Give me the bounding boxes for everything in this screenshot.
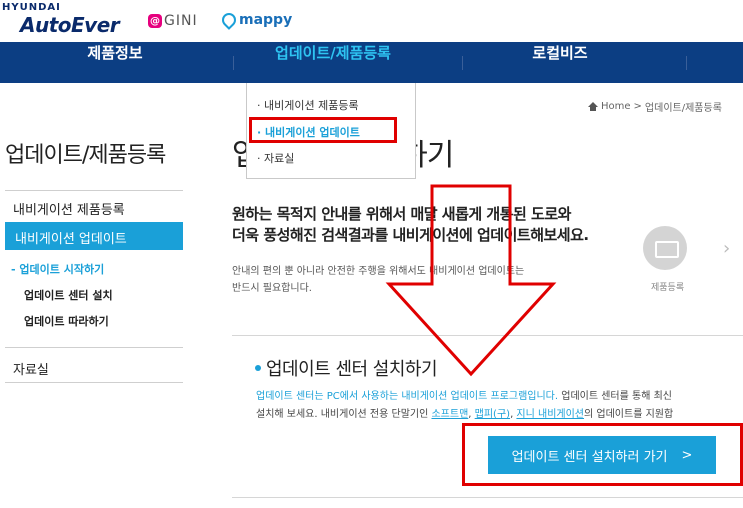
link-softman[interactable]: 소프트맨 [431,409,468,420]
nav-divider [233,56,234,70]
headline-line-1: 원하는 목적지 안내를 위해서 매달 새롭게 개통된 도로와 [232,205,571,223]
gini-label: GINI [164,13,198,29]
main-nav: 제품정보 업데이트/제품등록 로컬비즈 [0,42,743,83]
hyundai-logo-text[interactable]: HYUNDAI [2,2,61,13]
sidebar-divider [5,347,183,348]
nav-divider [462,56,463,70]
product-register-label[interactable]: 제품등록 [651,280,684,293]
mappy-logo[interactable]: mappy [219,10,293,30]
sidebar-title: 업데이트/제품등록 [5,143,166,168]
section-divider [232,335,743,336]
sidebar-item-archive[interactable]: 자료실 [13,359,49,378]
highlight-box-button [462,423,743,486]
breadcrumb-home[interactable]: Home [601,101,631,112]
nav-product-info[interactable]: 제품정보 [55,42,175,83]
link-mappy-old[interactable]: 맵피(구) [475,409,510,420]
dropdown-item-product-register[interactable]: · 내비게이션 제품등록 [257,97,359,113]
link-gini-navigation[interactable]: 지니 내비게이션 [516,409,584,420]
bottom-divider [232,497,743,498]
nav-divider [686,56,687,70]
description-line-1: 안내의 편의 뿐 아니라 안전한 주행을 위해서도 내비게이션 업데이트는 [232,266,525,277]
highlight-box-dropdown [249,117,397,143]
section-desc-line-2: 설치해 보세요. 내비게이션 전용 단말기인 소프트맨, 맵피(구), 지니 내… [256,409,674,420]
gini-logo[interactable]: @ GINI [148,13,198,29]
sidebar-sub-install-center[interactable]: 업데이트 센터 설치 [24,287,113,303]
bullet-icon [255,365,261,371]
dropdown-item-archive[interactable]: · 자료실 [257,150,294,166]
nav-update-register[interactable]: 업데이트/제품등록 [253,42,413,83]
gini-icon: @ [148,14,162,28]
section-title-text: 업데이트 센터 설치하기 [266,359,438,380]
headline-line-2: 더욱 풍성해진 검색결과를 내비게이션에 업데이트해보세요. [232,226,589,244]
section-desc-highlight: 업데이트 센터는 PC에서 사용하는 내비게이션 업데이트 프로그램입니다. [256,391,559,402]
sidebar-item-product-register[interactable]: 내비게이션 제품등록 [13,199,125,218]
breadcrumb-current: 업데이트/제품등록 [644,103,722,114]
map-pin-icon [219,10,239,30]
sidebar-divider [5,190,183,191]
sidebar-divider [5,382,183,383]
section-title: 업데이트 센터 설치하기 [255,355,438,381]
section-desc-text: 설치해 보세요. 내비게이션 전용 단말기인 [256,409,432,420]
sidebar-sub-follow-update[interactable]: 업데이트 따라하기 [24,313,109,329]
mappy-label: mappy [239,12,293,28]
nav-local-biz[interactable]: 로컬비즈 [505,42,615,83]
autoever-logo[interactable]: AutoEver [20,13,120,37]
section-desc-text: 업데이트 센터를 통해 최신 [558,391,672,402]
sidebar-item-label: 내비게이션 업데이트 [15,232,127,247]
section-desc-line-1: 업데이트 센터는 PC에서 사용하는 내비게이션 업데이트 프로그램입니다. 업… [256,387,672,402]
next-chevron-icon[interactable]: › [723,238,730,259]
product-register-icon[interactable] [643,226,687,270]
home-icon [588,102,598,111]
breadcrumb: Home > 업데이트/제품등록 [588,99,722,114]
breadcrumb-separator: > [633,101,642,112]
description-line-2: 반드시 필요합니다. [232,283,312,294]
sidebar-sub-start-update[interactable]: - 업데이트 시작하기 [11,261,104,277]
sidebar-item-navi-update[interactable]: 내비게이션 업데이트 [5,222,183,250]
site-header: HYUNDAI AutoEver @ GINI mappy [0,0,743,42]
